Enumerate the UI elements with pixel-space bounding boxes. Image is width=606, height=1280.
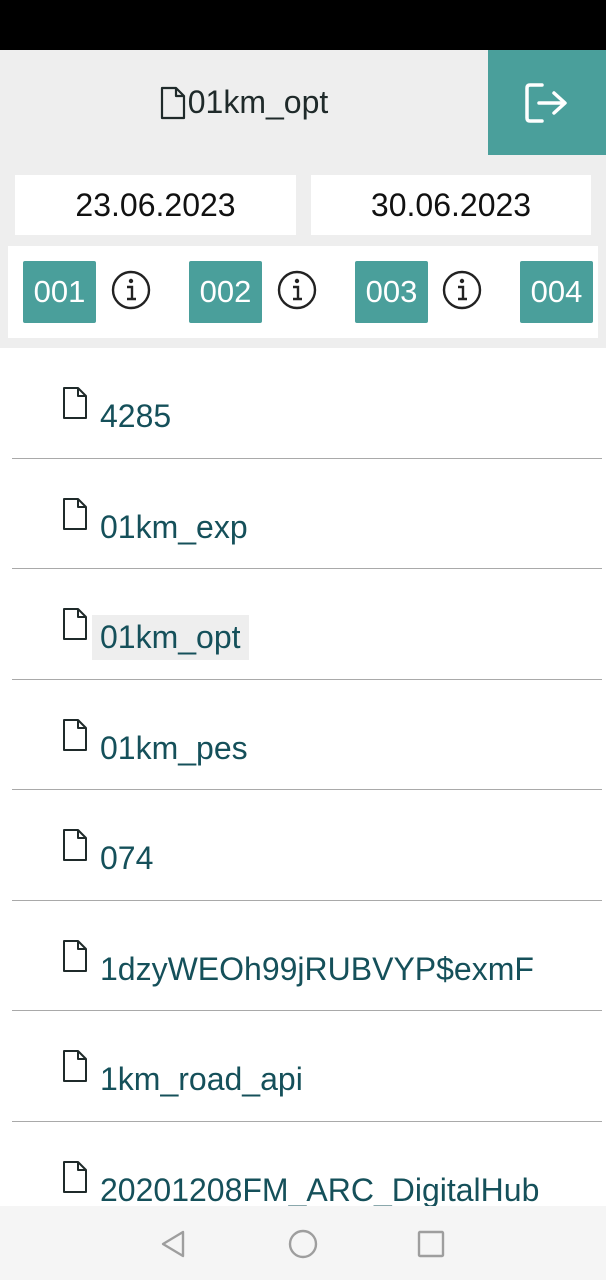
logout-icon (525, 82, 567, 123)
chip-004[interactable]: 004 (520, 261, 593, 323)
page-title: 01km_opt (0, 50, 488, 155)
back-icon[interactable] (157, 1228, 189, 1260)
status-bar (0, 0, 606, 50)
chip-003[interactable]: 003 (355, 261, 428, 323)
date-from-field[interactable]: 23.06.2023 (15, 175, 296, 235)
date-to-value: 30.06.2023 (370, 186, 532, 223)
list-item[interactable]: 01km_exp (12, 459, 602, 569)
file-icon (63, 497, 87, 530)
file-icon (63, 939, 87, 972)
list-item-selected[interactable]: 01km_opt (12, 569, 602, 680)
chip-001[interactable]: 001 (23, 261, 96, 323)
logout-button[interactable] (488, 50, 606, 155)
info-icon[interactable] (442, 270, 482, 310)
file-icon (63, 608, 87, 640)
file-name: 01km_exp (100, 508, 248, 545)
filter-panel: 23.06.2023 30.06.2023 001 002 003 004 (0, 155, 606, 348)
file-name: 074 (100, 840, 154, 876)
file-name: 01km_pes (100, 729, 248, 766)
list-item[interactable]: 1km_road_api (12, 1011, 602, 1122)
info-icon[interactable] (111, 270, 151, 310)
list-item[interactable]: 4285 (12, 348, 602, 459)
file-icon (63, 1160, 87, 1193)
list-item[interactable]: 20201208FM_ARC_DigitalHub (12, 1122, 602, 1207)
file-name: 4285 (100, 398, 172, 434)
list-item[interactable]: 1dzyWEOh99jRUBVYP$exmF (12, 901, 602, 1011)
file-name: 1dzyWEOh99jRUBVYP$exmF (100, 950, 534, 987)
file-list: 4285 01km_exp 01km_opt 01km_pes 074 1dzy… (0, 348, 606, 1206)
app-header: 01km_opt (0, 50, 606, 155)
file-icon (160, 86, 185, 119)
recents-icon[interactable] (415, 1228, 447, 1260)
file-icon (63, 1050, 87, 1082)
date-to-field[interactable]: 30.06.2023 (311, 175, 591, 235)
file-icon (63, 718, 87, 751)
info-icon[interactable] (277, 270, 317, 310)
chip-row: 001 002 003 004 (8, 246, 598, 338)
list-item[interactable]: 01km_pes (12, 680, 602, 790)
date-from-value: 23.06.2023 (75, 186, 236, 223)
page-title-text: 01km_opt (187, 84, 329, 120)
file-name: 20201208FM_ARC_DigitalHub (100, 1171, 540, 1207)
file-icon (63, 829, 87, 861)
file-name: 01km_opt (92, 615, 249, 660)
chip-002[interactable]: 002 (189, 261, 262, 323)
list-item[interactable]: 074 (12, 790, 602, 901)
file-name: 1km_road_api (100, 1061, 303, 1097)
file-icon (63, 387, 87, 419)
home-icon[interactable] (287, 1228, 319, 1260)
system-nav-bar (0, 1206, 606, 1280)
